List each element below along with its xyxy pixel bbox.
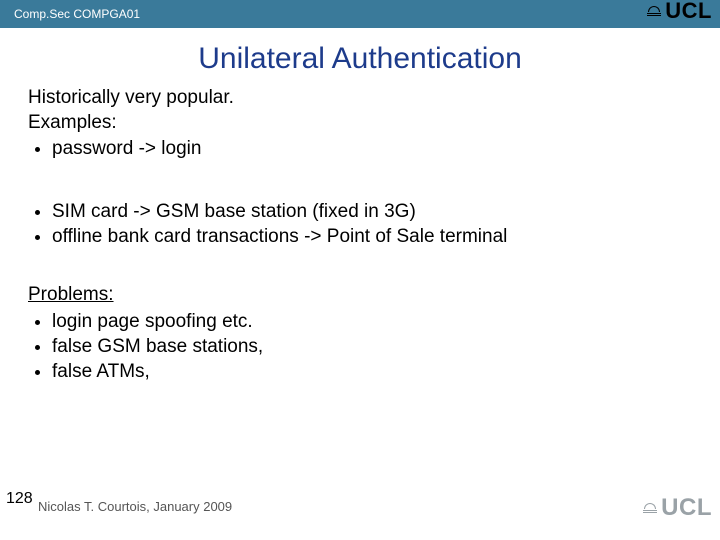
ucl-logo-bottom: UCL — [641, 494, 712, 522]
ucl-logo-text: UCL — [665, 0, 712, 24]
footer-author: Nicolas T. Courtois, January 2009 — [38, 499, 232, 514]
list-item: false GSM base stations, — [52, 335, 692, 360]
slide-content: Historically very popular. Examples: pas… — [0, 86, 720, 384]
problems-heading: Problems: — [28, 283, 692, 308]
dome-icon — [641, 503, 659, 513]
list-item: false ATMs, — [52, 360, 692, 385]
dome-icon — [645, 6, 663, 16]
page-number: 128 — [6, 490, 33, 508]
course-code: Comp.Sec COMPGA01 — [0, 7, 140, 21]
header-bar: Comp.Sec COMPGA01 UCL — [0, 0, 720, 28]
slide-title: Unilateral Authentication — [0, 42, 720, 76]
ucl-logo-top: UCL — [645, 0, 712, 24]
list-item: password -> login — [52, 137, 692, 162]
intro-line2: Examples: — [28, 111, 692, 136]
examples-list-1: password -> login — [28, 137, 692, 162]
problems-list: login page spoofing etc. false GSM base … — [28, 310, 692, 384]
list-item: SIM card -> GSM base station (fixed in 3… — [52, 200, 692, 225]
ucl-logo-text: UCL — [661, 494, 712, 522]
list-item: offline bank card transactions -> Point … — [52, 225, 692, 250]
list-item: login page spoofing etc. — [52, 310, 692, 335]
examples-list-2: SIM card -> GSM base station (fixed in 3… — [28, 200, 692, 249]
intro-line1: Historically very popular. — [28, 86, 692, 111]
footer: 128 Nicolas T. Courtois, January 2009 UC… — [0, 498, 720, 528]
